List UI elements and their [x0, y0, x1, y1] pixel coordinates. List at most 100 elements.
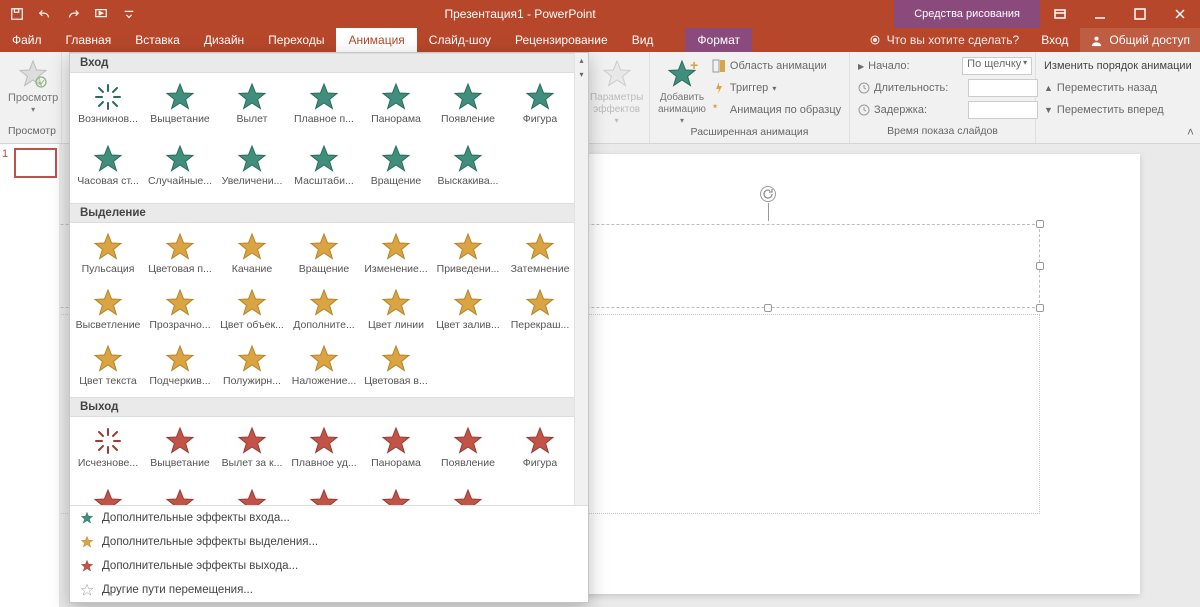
entrance-effect-10[interactable]: Масштаби... — [288, 139, 360, 201]
emphasis-effect-13[interactable]: Перекраш... — [504, 283, 576, 339]
slide-thumbnail-pane[interactable]: 1 — [0, 144, 60, 607]
more-motion-paths[interactable]: Другие пути перемещения... — [70, 578, 588, 602]
emphasis-effect-0[interactable]: Пульсация — [72, 227, 144, 283]
scroll-up-button[interactable]: ▴ — [575, 53, 588, 67]
effect-label: Затемнение — [504, 263, 576, 275]
trigger-button[interactable]: Триггер ▾ — [712, 78, 841, 98]
add-animation-button[interactable]: + Добавить анимацию ▾ — [658, 56, 706, 126]
slide-thumbnail-1[interactable]: 1 — [2, 148, 57, 178]
emphasis-effect-11[interactable]: Цвет линии — [360, 283, 432, 339]
more-emphasis-effects[interactable]: Дополнительные эффекты выделения... — [70, 530, 588, 554]
redo-button[interactable] — [60, 2, 86, 26]
entrance-effect-1[interactable]: Выцветание — [144, 77, 216, 139]
emphasis-effect-8[interactable]: Прозрачно... — [144, 283, 216, 339]
tab-view[interactable]: Вид — [620, 28, 666, 52]
tab-design[interactable]: Дизайн — [192, 28, 256, 52]
exit-effect-0[interactable]: Исчезнове... — [72, 421, 144, 483]
preview-button[interactable]: Просмотр ▾ — [8, 56, 58, 115]
tab-insert[interactable]: Вставка — [123, 28, 192, 52]
advanced-animation-group-label: Расширенная анимация — [658, 126, 841, 141]
animation-pane-button[interactable]: Область анимации — [712, 56, 841, 76]
more-exit-effects[interactable]: Дополнительные эффекты выхода... — [70, 554, 588, 578]
entrance-effect-6[interactable]: Фигура — [504, 77, 576, 139]
duration-input[interactable] — [968, 79, 1038, 97]
exit-effect-8[interactable]: Случайные... — [144, 483, 216, 505]
tab-transitions[interactable]: Переходы — [256, 28, 336, 52]
qat-customize-button[interactable] — [116, 2, 142, 26]
save-button[interactable] — [4, 2, 30, 26]
exit-effect-9[interactable]: Уменьшен... — [216, 483, 288, 505]
start-from-beginning-button[interactable] — [88, 2, 114, 26]
entrance-effect-4[interactable]: Панорама — [360, 77, 432, 139]
tell-me-search[interactable]: Что вы хотите сделать? — [859, 28, 1030, 52]
delay-input[interactable] — [968, 101, 1038, 119]
emphasis-effect-12[interactable]: Цвет залив... — [432, 283, 504, 339]
exit-effect-4[interactable]: Панорама — [360, 421, 432, 483]
selection-handle[interactable] — [1036, 262, 1044, 270]
emphasis-effect-15[interactable]: Подчеркив... — [144, 339, 216, 395]
effect-label: Качание — [216, 263, 288, 275]
tab-format[interactable]: Формат — [685, 28, 752, 52]
tab-file[interactable]: Файл — [0, 28, 54, 52]
effect-label: Фигура — [504, 457, 576, 469]
entrance-effect-11[interactable]: Вращение — [360, 139, 432, 201]
emphasis-effect-16[interactable]: Полужирн... — [216, 339, 288, 395]
close-button[interactable] — [1160, 0, 1200, 28]
share-button[interactable]: Общий доступ — [1080, 28, 1200, 52]
tab-home[interactable]: Главная — [54, 28, 124, 52]
emphasis-effect-2[interactable]: Качание — [216, 227, 288, 283]
entrance-effect-5[interactable]: Появление — [432, 77, 504, 139]
entrance-effect-0[interactable]: Возникнов... — [72, 77, 144, 139]
emphasis-effect-18[interactable]: Цветовая в... — [360, 339, 432, 395]
exit-effect-1[interactable]: Выцветание — [144, 421, 216, 483]
move-earlier-button[interactable]: ▲Переместить назад — [1044, 78, 1157, 98]
emphasis-effect-4[interactable]: Изменение... — [360, 227, 432, 283]
scroll-down-button[interactable]: ▾ — [575, 67, 588, 81]
exit-effect-3[interactable]: Плавное уд... — [288, 421, 360, 483]
move-later-button[interactable]: ▼Переместить вперед — [1044, 100, 1164, 120]
exit-effect-11[interactable]: Вращение — [360, 483, 432, 505]
maximize-button[interactable] — [1120, 0, 1160, 28]
collapse-ribbon-button[interactable]: ˄ — [1187, 125, 1194, 139]
signin-link[interactable]: Вход — [1029, 28, 1080, 52]
undo-button[interactable] — [32, 2, 58, 26]
entrance-effect-9[interactable]: Увеличени... — [216, 139, 288, 201]
emphasis-effect-10[interactable]: Дополните... — [288, 283, 360, 339]
exit-effect-2[interactable]: Вылет за к... — [216, 421, 288, 483]
tab-animation[interactable]: Анимация — [336, 28, 416, 52]
exit-effect-10[interactable]: Масштаби... — [288, 483, 360, 505]
exit-effect-6[interactable]: Фигура — [504, 421, 576, 483]
minimize-button[interactable] — [1080, 0, 1120, 28]
emphasis-effect-17[interactable]: Наложение... — [288, 339, 360, 395]
entrance-effect-3[interactable]: Плавное п... — [288, 77, 360, 139]
tab-slideshow[interactable]: Слайд-шоу — [417, 28, 503, 52]
ribbon-display-options-button[interactable] — [1040, 0, 1080, 28]
selection-handle[interactable] — [1036, 220, 1044, 228]
selection-handle[interactable] — [764, 304, 772, 312]
emphasis-effect-7[interactable]: Высветление — [72, 283, 144, 339]
emphasis-effect-9[interactable]: Цвет объек... — [216, 283, 288, 339]
effect-options-button[interactable]: Параметры эффектов ▾ — [590, 56, 643, 126]
exit-effect-7[interactable]: Часовая ст... — [72, 483, 144, 505]
effect-label: Выскакива... — [432, 175, 504, 187]
start-combo[interactable]: По щелчку ▾ — [962, 57, 1032, 75]
rotate-handle-icon[interactable] — [760, 186, 776, 202]
preview-group-label: Просмотр — [8, 125, 53, 141]
entrance-effect-8[interactable]: Случайные... — [144, 139, 216, 201]
window-title: Презентация1 - PowerPoint — [146, 7, 894, 21]
entrance-effect-12[interactable]: Выскакива... — [432, 139, 504, 201]
more-entrance-effects[interactable]: Дополнительные эффекты входа... — [70, 506, 588, 530]
exit-effect-12[interactable]: Выскакива... — [432, 483, 504, 505]
exit-effect-5[interactable]: Появление — [432, 421, 504, 483]
animation-painter-button[interactable]: Анимация по образцу — [712, 100, 841, 120]
emphasis-effect-3[interactable]: Вращение — [288, 227, 360, 283]
selection-handle[interactable] — [1036, 304, 1044, 312]
emphasis-effect-1[interactable]: Цветовая п... — [144, 227, 216, 283]
entrance-effect-2[interactable]: Вылет — [216, 77, 288, 139]
tab-review[interactable]: Рецензирование — [503, 28, 620, 52]
gallery-scrollbar[interactable]: ▴ ▾ — [574, 53, 588, 505]
emphasis-effect-6[interactable]: Затемнение — [504, 227, 576, 283]
entrance-effect-7[interactable]: Часовая ст... — [72, 139, 144, 201]
emphasis-effect-5[interactable]: Приведени... — [432, 227, 504, 283]
emphasis-effect-14[interactable]: Цвет текста — [72, 339, 144, 395]
